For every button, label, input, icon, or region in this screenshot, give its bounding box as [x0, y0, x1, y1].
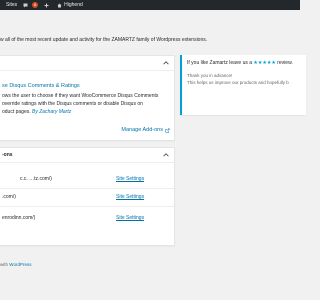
new-content-menu[interactable] — [44, 3, 51, 8]
desc-line-3-text: oduct pages. — [2, 109, 31, 115]
house-icon — [57, 3, 62, 7]
site-settings-link[interactable]: Site Settings — [116, 176, 144, 182]
notice-body-text: This helps us improve our products and h… — [187, 80, 289, 85]
plugin-description: ows the user to choose if they want WooC… — [2, 92, 170, 116]
review-notice: If you like Zamartz leave us a ★★★★★ rev… — [180, 55, 306, 115]
addons-box-title: -ons — [2, 152, 13, 158]
footer-credit: with WordPress — [0, 262, 31, 267]
author-link[interactable]: By Zachary Martz — [32, 109, 71, 115]
site-name-label: Highend — [64, 2, 83, 8]
review-notice-heading: If you like Zamartz leave us a ★★★★★ rev… — [187, 60, 293, 66]
desc-line-3: oduct pages. By Zachary Martz — [2, 108, 170, 116]
plus-icon — [44, 3, 49, 7]
plugin-title-link[interactable]: se Disqus Comments & Ratings — [2, 83, 80, 89]
site-settings-link[interactable]: Site Settings — [116, 215, 144, 221]
table-row: enrodinn.com/) Site Settings — [2, 215, 170, 225]
manage-addons-link[interactable]: Manage Add-ons — [121, 127, 170, 133]
admin-bar: Sites 6 Highend — [0, 0, 300, 10]
intro-text: w all of the most recent update and acti… — [0, 37, 208, 43]
comments-menu[interactable]: 6 — [23, 2, 39, 8]
sites-label: Sites — [6, 2, 18, 8]
plugin-box: se Disqus Comments & Ratings ows the use… — [0, 55, 175, 141]
site-url: c.c. …tz.com/) — [20, 176, 52, 182]
review-prefix: If you like Zamartz leave us a — [187, 60, 253, 66]
table-row: c.c. …tz.com/) Site Settings — [2, 176, 170, 186]
table-row: .com/) Site Settings — [2, 194, 170, 204]
row-divider — [0, 206, 174, 207]
plugin-box-header — [0, 56, 174, 71]
speech-bubble-icon — [23, 3, 28, 7]
site-url: .com/) — [2, 194, 16, 200]
manage-addons-label: Manage Add-ons — [121, 127, 163, 133]
chevron-up-icon[interactable] — [163, 152, 169, 158]
star-rating-link[interactable]: ★★★★★ — [253, 60, 275, 66]
desc-line-1: ows the user to choose if they want WooC… — [2, 93, 159, 99]
site-settings-link[interactable]: Site Settings — [116, 194, 144, 200]
notifications-badge: 6 — [32, 2, 39, 8]
site-url: enrodinn.com/) — [2, 215, 36, 221]
addons-box: -ons c.c. …tz.com/) Site Settings .com/)… — [0, 147, 175, 246]
external-link-icon — [165, 128, 170, 132]
addons-box-header: -ons — [0, 148, 174, 163]
footer-prefix: with — [0, 262, 9, 267]
chevron-up-icon[interactable] — [163, 60, 169, 66]
wordpress-link[interactable]: WordPress — [9, 262, 31, 267]
sites-menu[interactable]: Sites — [6, 2, 17, 8]
site-name-menu[interactable]: Highend — [57, 2, 83, 8]
review-suffix: review. — [277, 60, 293, 66]
row-divider — [0, 188, 174, 189]
thank-you-text: Thank you in advance! — [187, 73, 233, 78]
desc-line-2: override ratings with the Disqus comment… — [2, 101, 143, 107]
